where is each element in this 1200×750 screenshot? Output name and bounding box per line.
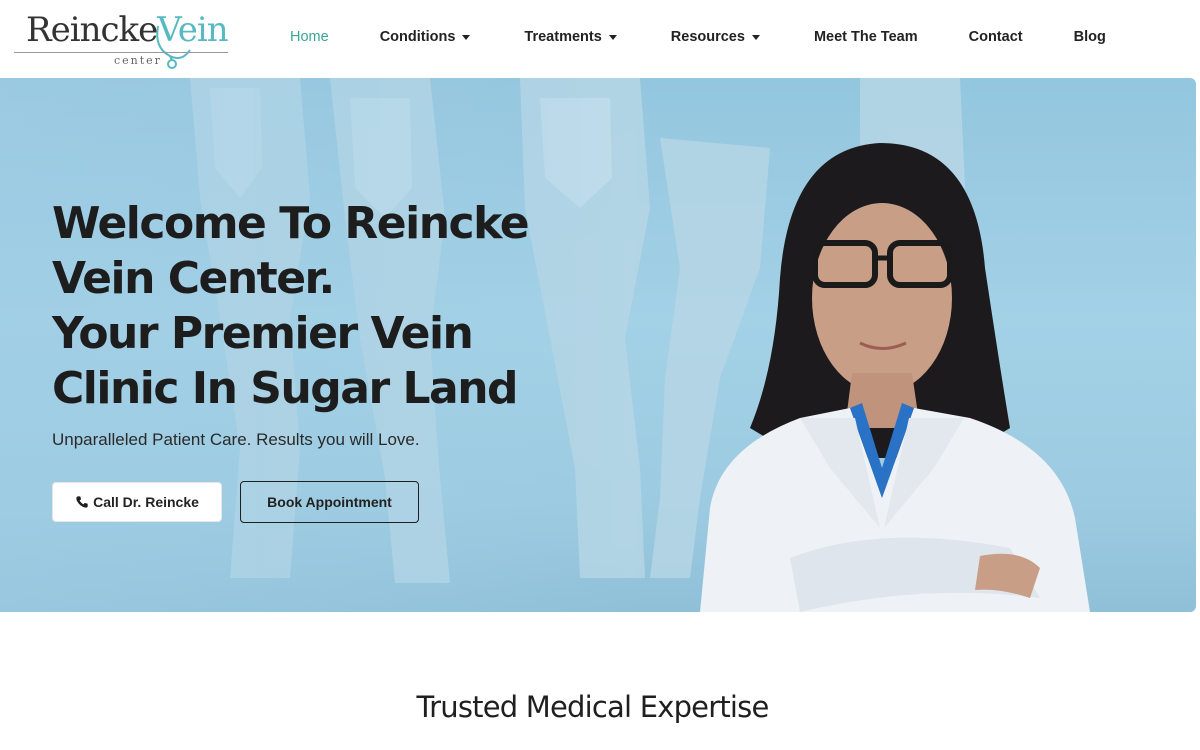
nav-item-meet-the-team[interactable]: Meet The Team	[814, 29, 918, 45]
hero-title-line: Clinic In Sugar Land	[52, 363, 519, 414]
nav-item-blog[interactable]: Blog	[1074, 29, 1106, 45]
logo-divider	[14, 52, 228, 53]
hero-banner: Welcome To Reincke Vein Center. Your Pre…	[0, 78, 1196, 612]
doctor-portrait-image	[700, 143, 1090, 612]
hero-subtitle: Unparalleled Patient Care. Results you w…	[52, 430, 420, 449]
phone-icon	[76, 496, 88, 508]
chevron-down-icon	[608, 34, 617, 40]
book-appointment-label: Book Appointment	[267, 494, 392, 510]
hero-title: Welcome To Reincke Vein Center. Your Pre…	[52, 196, 612, 416]
nav-item-treatments[interactable]: Treatments	[524, 29, 617, 45]
chevron-down-icon	[462, 34, 471, 40]
hero-title-line: Vein Center.	[52, 253, 335, 304]
nav-item-home[interactable]: Home	[290, 29, 329, 45]
chevron-down-icon	[751, 34, 760, 40]
nav-item-conditions[interactable]: Conditions	[380, 29, 471, 45]
logo-subtitle: center	[114, 54, 162, 67]
book-appointment-button[interactable]: Book Appointment	[240, 481, 419, 523]
nav-item-resources[interactable]: Resources	[671, 29, 760, 45]
call-doctor-button[interactable]: Call Dr. Reincke	[52, 482, 222, 522]
main-nav: Home Conditions Treatments Resources Mee…	[290, 26, 1106, 48]
site-logo[interactable]: ReinckeVein center	[14, 8, 234, 70]
call-doctor-label: Call Dr. Reincke	[93, 494, 199, 510]
site-header: ReinckeVein center Home Conditions Treat…	[0, 0, 1200, 78]
hero-title-line: Welcome To Reincke	[52, 198, 530, 249]
section-title: Trusted Medical Expertise	[416, 690, 769, 724]
hero-title-line: Your Premier Vein	[52, 308, 474, 359]
nav-item-contact[interactable]: Contact	[969, 29, 1023, 45]
